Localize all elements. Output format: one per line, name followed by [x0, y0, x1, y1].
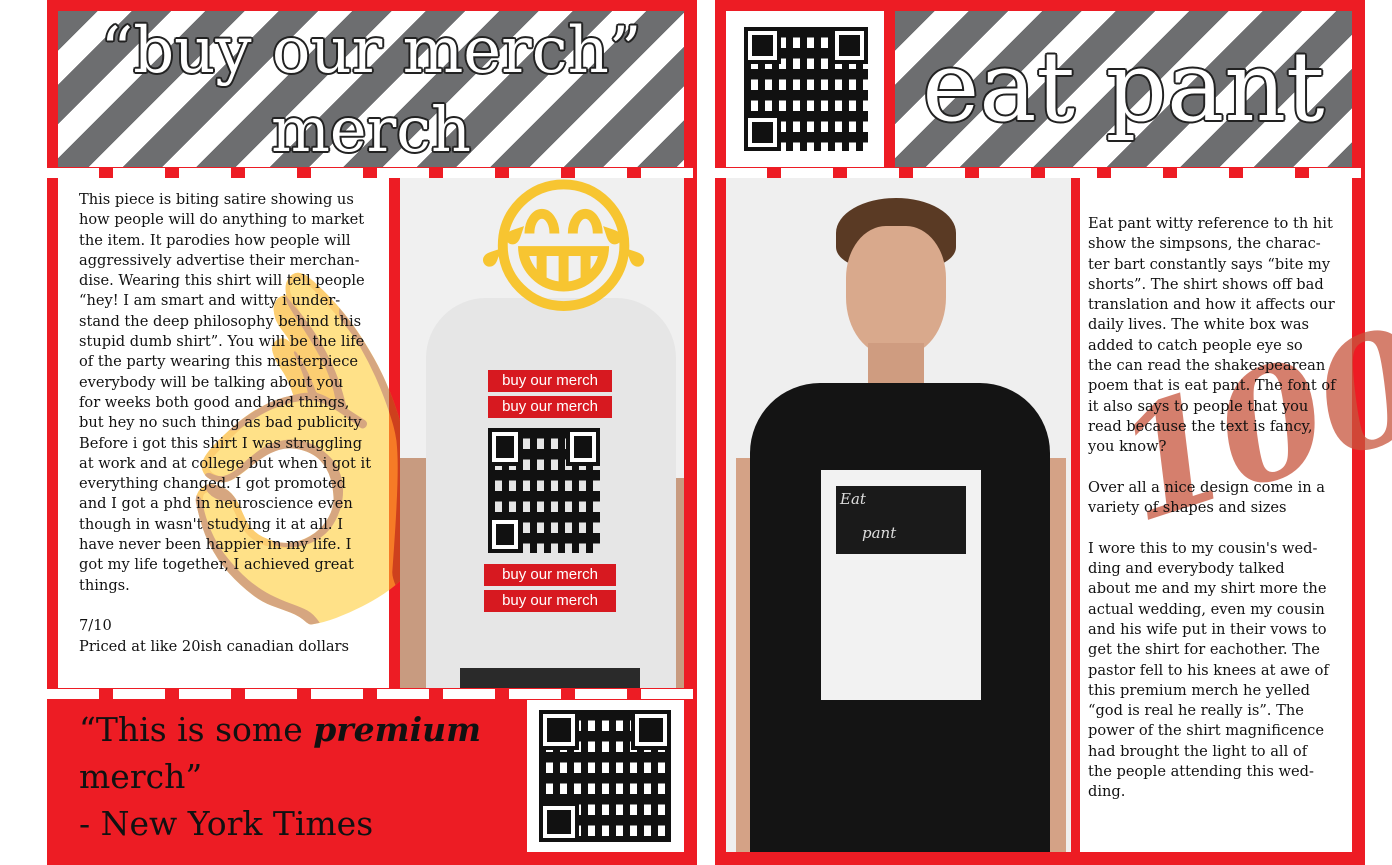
shirt-print-label-1: buy our merch [488, 370, 612, 392]
shirt-qr-code [488, 428, 600, 553]
left-top-dashes [47, 168, 697, 178]
shirt-word-pant: pant [862, 524, 897, 542]
right-title: eat pant [922, 31, 1325, 143]
left-page: “buy our merch” merch 👌 This piece is bi… [47, 0, 697, 865]
left-bottom-qr-code [539, 710, 671, 842]
quote-post: merch” [79, 757, 203, 796]
right-top-qr-code [744, 27, 868, 151]
quote-text: “This is some premium merch” - New York … [79, 706, 519, 847]
left-description-text: This piece is biting satire showing us h… [79, 191, 372, 594]
quote-pre: “This is some [79, 710, 314, 749]
right-page: eat pant Eat pant 100 Eat pant witty ref… [715, 0, 1392, 865]
shirt-print-label-4: buy our merch [484, 590, 616, 612]
quote-source: - New York Times [79, 804, 374, 843]
shirt-word-eat: Eat [840, 490, 866, 508]
quote-emphasis: premium [313, 710, 482, 749]
model-face [846, 226, 946, 356]
shirt-black-label: Eat pant [836, 486, 966, 554]
price-text: Priced at like 20ish canadian dollars [79, 638, 350, 655]
left-qr-panel [527, 700, 684, 852]
right-description-text: Eat pant witty reference to th hit show … [1088, 215, 1336, 801]
right-qr-panel [726, 11, 884, 167]
laughing-face-emoji: 😂 [476, 178, 652, 336]
left-shirt-photo: 😂 buy our merch buy our merch buy our me… [400, 178, 684, 688]
left-bottom-dashes [47, 689, 697, 699]
rating-text: 7/10 [79, 617, 112, 634]
left-title-line2: merch [271, 93, 471, 166]
pants [460, 668, 640, 688]
shirt-print-label-3: buy our merch [484, 564, 616, 586]
left-title-line1: “buy our merch” [100, 14, 642, 88]
shirt-white-box: Eat pant [821, 470, 981, 700]
shirt-print-label-2: buy our merch [488, 396, 612, 418]
right-shirt-photo: Eat pant [726, 178, 1071, 852]
right-top-dashes [715, 168, 1365, 178]
